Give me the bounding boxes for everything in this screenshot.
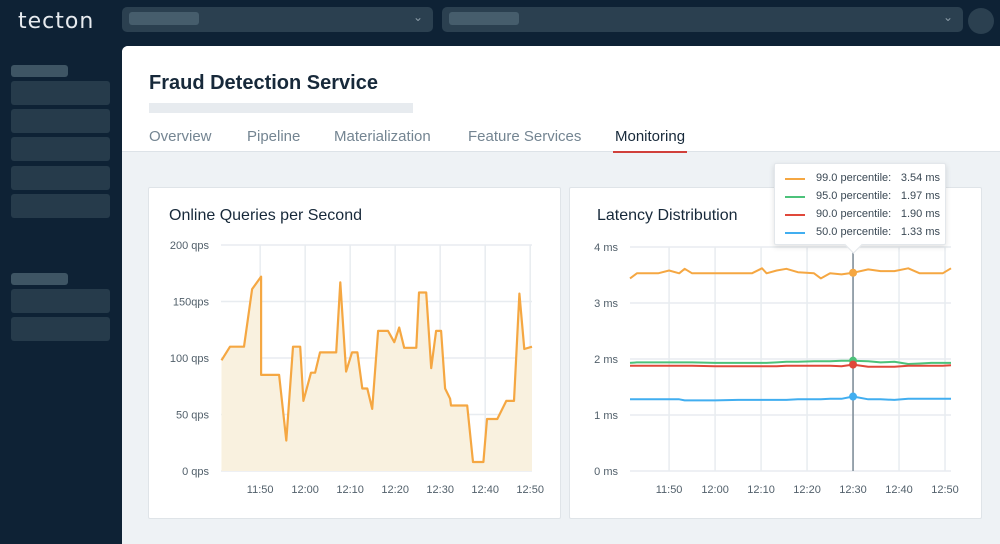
x-tick-label: 12:00 bbox=[701, 484, 729, 496]
sidebar bbox=[0, 46, 121, 544]
tooltip-row-p95: 95.0 percentile: 1.97 ms bbox=[785, 189, 940, 205]
tooltip-row-p99: 99.0 percentile: 3.54 ms bbox=[785, 171, 940, 187]
hover-point-p90 bbox=[849, 360, 858, 369]
tooltip-label: 99.0 percentile: bbox=[816, 172, 892, 184]
chevron-down-icon: ⌄ bbox=[942, 10, 953, 24]
y-tick-label: 2 ms bbox=[594, 354, 618, 366]
sidebar-item[interactable] bbox=[11, 137, 110, 161]
x-tick-label: 12:00 bbox=[291, 484, 319, 496]
tooltip-value: 1.90 ms bbox=[900, 208, 940, 220]
qps-chart: 0 qps 50 qps 100 qps 150qps 200 qps 11:50 12:0… bbox=[170, 240, 544, 496]
tooltip-label: 50.0 percentile: bbox=[816, 226, 892, 238]
latency-tooltip: 99.0 percentile: 3.54 ms 95.0 percentile… bbox=[774, 163, 946, 245]
sidebar-item[interactable] bbox=[11, 109, 110, 133]
sidebar-item[interactable] bbox=[11, 289, 110, 313]
legend-swatch-p99 bbox=[785, 178, 805, 180]
x-tick-label: 12:10 bbox=[747, 484, 775, 496]
tooltip-value: 1.97 ms bbox=[900, 190, 940, 202]
hover-point-p99 bbox=[849, 268, 858, 277]
sidebar-item[interactable] bbox=[11, 81, 110, 105]
org-select[interactable]: ⌄ bbox=[122, 7, 433, 32]
tooltip-row-p50: 50.0 percentile: 1.33 ms bbox=[785, 225, 940, 241]
charts-canvas: 0 qps 50 qps 100 qps 150qps 200 qps 11:50 12:0… bbox=[170, 206, 959, 496]
y-tick-label: 0 ms bbox=[594, 466, 618, 478]
sidebar-item[interactable] bbox=[11, 317, 110, 341]
legend-swatch-p90 bbox=[785, 214, 805, 216]
y-tick-label: 150qps bbox=[173, 297, 210, 309]
tooltip-label: 90.0 percentile: bbox=[816, 208, 892, 220]
top-bar: tecton ⌄ ⌄ bbox=[0, 0, 1000, 46]
hover-point-p50 bbox=[849, 392, 858, 401]
sidebar-item[interactable] bbox=[11, 194, 110, 218]
latency-line-p99 bbox=[629, 267, 952, 280]
latency-line-p95 bbox=[629, 359, 951, 365]
y-tick-label: 4 ms bbox=[594, 242, 618, 254]
tooltip-value: 3.54 ms bbox=[900, 172, 940, 184]
y-tick-label: 50 qps bbox=[176, 410, 210, 422]
sidebar-section-heading bbox=[11, 65, 68, 77]
x-tick-label: 11:50 bbox=[656, 484, 683, 496]
x-tick-label: 12:10 bbox=[336, 484, 364, 496]
user-avatar[interactable] bbox=[968, 8, 994, 34]
x-tick-label: 12:50 bbox=[516, 484, 544, 496]
x-tick-label: 12:40 bbox=[471, 484, 499, 496]
x-tick-label: 12:50 bbox=[931, 484, 959, 496]
latency-line-p50 bbox=[630, 395, 951, 402]
latency-chart: 0 ms 1 ms 2 ms 3 ms 4 ms 11:50 12:00 12:10 12:20… bbox=[594, 206, 959, 496]
org-select-placeholder bbox=[129, 12, 199, 25]
sidebar-section-heading bbox=[11, 273, 68, 285]
y-tick-label: 3 ms bbox=[594, 298, 618, 310]
y-tick-label: 1 ms bbox=[594, 410, 618, 422]
tooltip-value: 1.33 ms bbox=[900, 226, 940, 238]
workspace-select-placeholder bbox=[449, 12, 519, 25]
x-tick-label: 12:30 bbox=[426, 484, 454, 496]
legend-swatch-p50 bbox=[785, 232, 805, 234]
x-tick-label: 12:20 bbox=[381, 484, 409, 496]
legend-swatch-p95 bbox=[785, 196, 805, 198]
x-tick-label: 12:30 bbox=[839, 484, 867, 496]
y-tick-label: 0 qps bbox=[182, 466, 209, 478]
x-tick-label: 12:40 bbox=[885, 484, 913, 496]
y-tick-label: 100 qps bbox=[170, 353, 210, 365]
sidebar-item[interactable] bbox=[11, 166, 110, 190]
tooltip-label: 95.0 percentile: bbox=[816, 190, 892, 202]
tooltip-row-p90: 90.0 percentile: 1.90 ms bbox=[785, 207, 940, 223]
main-content: Fraud Detection Service Overview Pipelin… bbox=[122, 46, 1000, 544]
x-tick-label: 11:50 bbox=[247, 484, 274, 496]
chevron-down-icon: ⌄ bbox=[412, 10, 423, 24]
workspace-select[interactable]: ⌄ bbox=[442, 7, 963, 32]
latency-line-p90 bbox=[630, 363, 952, 368]
y-tick-label: 200 qps bbox=[170, 240, 210, 252]
x-tick-label: 12:20 bbox=[793, 484, 821, 496]
tecton-logo[interactable]: tecton bbox=[18, 9, 94, 34]
